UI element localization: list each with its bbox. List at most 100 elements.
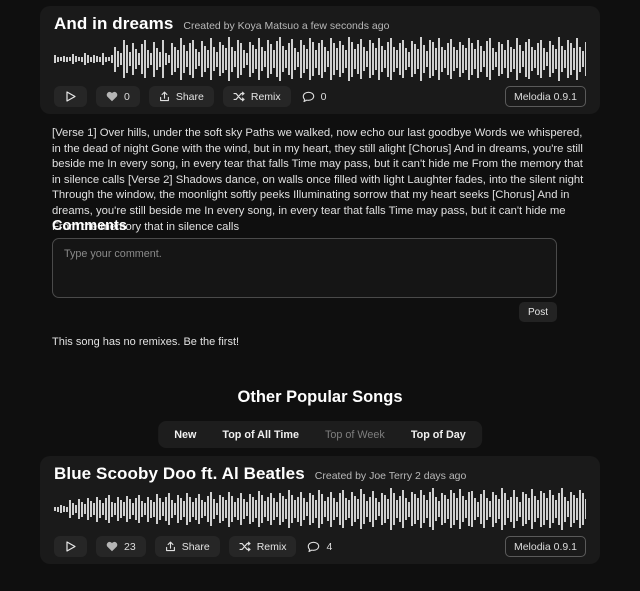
waveform-bar bbox=[435, 497, 437, 521]
waveform-bar bbox=[60, 57, 62, 61]
waveform-bar bbox=[141, 500, 143, 518]
waveform-bar bbox=[390, 38, 392, 80]
waveform-bar bbox=[405, 497, 407, 521]
waveform-bar bbox=[384, 494, 386, 524]
waveform-bar bbox=[180, 497, 182, 521]
waveform-bar bbox=[351, 492, 353, 526]
waveform-bar bbox=[228, 491, 230, 527]
waveform-bar bbox=[528, 39, 530, 79]
comment-button[interactable]: 4 bbox=[305, 536, 334, 557]
waveform-bar bbox=[357, 44, 359, 74]
waveform-bar bbox=[186, 492, 188, 526]
waveform-bar bbox=[504, 492, 506, 526]
waveform-bar bbox=[528, 498, 530, 520]
waveform-bar bbox=[105, 56, 107, 62]
waveform-bar bbox=[549, 489, 551, 529]
waveform-bar bbox=[273, 498, 275, 520]
waveform-bar bbox=[381, 45, 383, 73]
waveform-bar bbox=[225, 500, 227, 518]
waveform-bar bbox=[552, 44, 554, 74]
comment-button[interactable]: 0 bbox=[300, 86, 329, 107]
play-button[interactable] bbox=[54, 86, 87, 107]
waveform-bar bbox=[72, 54, 74, 64]
waveform-bar bbox=[99, 499, 101, 519]
waveform-bar bbox=[204, 502, 206, 516]
play-button[interactable] bbox=[54, 536, 87, 557]
waveform-bar bbox=[177, 495, 179, 523]
waveform-bar bbox=[543, 492, 545, 526]
waveform-bar bbox=[498, 499, 500, 519]
post-comment-button[interactable]: Post bbox=[519, 302, 557, 322]
waveform-bar bbox=[267, 497, 269, 521]
waveform-bar bbox=[282, 45, 284, 73]
waveform-bar bbox=[249, 494, 251, 524]
waveform-bar bbox=[465, 500, 467, 518]
waveform-bar bbox=[189, 496, 191, 522]
waveform-bar bbox=[114, 503, 116, 515]
sort-tab-top-of-week[interactable]: Top of Week bbox=[312, 424, 398, 445]
waveform-bar bbox=[261, 495, 263, 523]
waveform-bar bbox=[423, 495, 425, 523]
waveform-bar bbox=[222, 44, 224, 74]
waveform-bar bbox=[90, 56, 92, 62]
song-card-other: Blue Scooby Doo ft. Al Beatles Created b… bbox=[40, 456, 600, 564]
waveform-bar bbox=[366, 500, 368, 518]
waveform-bar bbox=[396, 50, 398, 68]
waveform-other[interactable] bbox=[54, 486, 586, 532]
share-button[interactable]: Share bbox=[148, 86, 214, 107]
shuffle-icon bbox=[239, 541, 251, 552]
waveform-bar bbox=[546, 52, 548, 66]
comment-input[interactable] bbox=[52, 238, 557, 298]
waveform-bar bbox=[396, 500, 398, 518]
waveform-bar bbox=[342, 45, 344, 73]
waveform-bar bbox=[543, 48, 545, 70]
waveform-bar bbox=[183, 45, 185, 73]
waveform-bar bbox=[126, 45, 128, 73]
waveform-bar bbox=[78, 57, 80, 61]
comment-icon bbox=[302, 91, 315, 103]
waveform-bar bbox=[165, 497, 167, 521]
waveform-bar bbox=[546, 497, 548, 521]
like-button[interactable]: 23 bbox=[96, 536, 146, 557]
waveform-bar bbox=[489, 38, 491, 80]
waveform-bar bbox=[330, 491, 332, 527]
waveform-bar bbox=[240, 493, 242, 525]
waveform-bar bbox=[558, 37, 560, 81]
waveform-bar bbox=[471, 490, 473, 528]
waveform-bar bbox=[414, 44, 416, 74]
waveform-bar bbox=[483, 489, 485, 529]
sort-tab-new[interactable]: New bbox=[161, 424, 209, 445]
waveform-bar bbox=[156, 48, 158, 70]
waveform-bar bbox=[231, 46, 233, 72]
waveform-bar bbox=[102, 502, 104, 516]
sort-tab-top-of-all-time[interactable]: Top of All Time bbox=[209, 424, 312, 445]
waveform-bar bbox=[474, 498, 476, 520]
waveform-bar bbox=[510, 496, 512, 522]
waveform-bar bbox=[81, 56, 83, 62]
waveform-bar bbox=[303, 44, 305, 74]
waveform-bar bbox=[291, 39, 293, 79]
waveform-bar bbox=[441, 492, 443, 526]
waveform-bar bbox=[351, 41, 353, 77]
waveform-bar bbox=[258, 37, 260, 81]
waveform-bar bbox=[69, 500, 71, 518]
waveform-bar bbox=[531, 47, 533, 71]
waveform-bar bbox=[501, 488, 503, 530]
waveform-bar bbox=[75, 55, 77, 63]
waveform-bar bbox=[171, 42, 173, 76]
sort-tab-top-of-day[interactable]: Top of Day bbox=[398, 424, 479, 445]
share-button[interactable]: Share bbox=[154, 536, 220, 557]
waveform-bar bbox=[231, 495, 233, 523]
waveform-bar bbox=[369, 496, 371, 522]
remix-button[interactable]: Remix bbox=[228, 536, 297, 557]
remix-label: Remix bbox=[250, 90, 281, 103]
waveform-bar bbox=[66, 506, 68, 512]
waveform-bar bbox=[318, 43, 320, 75]
waveform-bar bbox=[201, 499, 203, 519]
waveform-bar bbox=[291, 494, 293, 524]
remix-button[interactable]: Remix bbox=[222, 86, 291, 107]
waveform-main[interactable] bbox=[54, 36, 586, 82]
song-title: Blue Scooby Doo ft. Al Beatles bbox=[54, 464, 305, 483]
waveform-bar bbox=[147, 50, 149, 68]
like-button[interactable]: 0 bbox=[96, 86, 140, 107]
